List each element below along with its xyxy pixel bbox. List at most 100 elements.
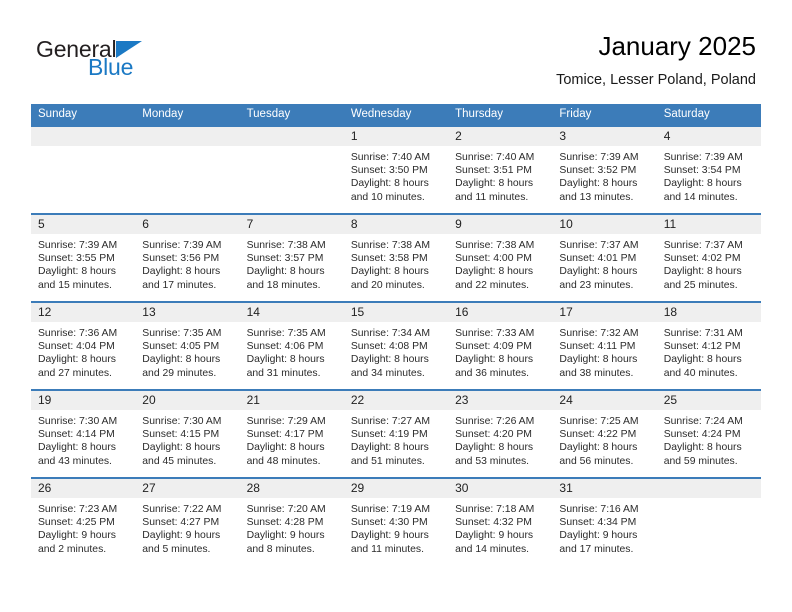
- daylight-text-line2: and 25 minutes.: [663, 279, 738, 291]
- daylight-text-line2: and 23 minutes.: [559, 279, 634, 291]
- daylight-text-line1: Daylight: 8 hours: [663, 442, 742, 454]
- daylight-text-line1: Daylight: 9 hours: [142, 530, 221, 542]
- sunset-text: Sunset: 4:22 PM: [559, 429, 637, 441]
- day-number-band: 26: [31, 479, 136, 498]
- day-number: 16: [455, 305, 469, 319]
- day-cell-12[interactable]: 12 Sunrise: 7:36 AM Sunset: 4:04 PM Dayligh…: [31, 303, 136, 389]
- sunrise-text: Sunrise: 7:38 AM: [246, 240, 326, 251]
- daylight-text-line1: Daylight: 9 hours: [350, 530, 429, 542]
- day-cell-28[interactable]: 28 Sunrise: 7:20 AM Sunset: 4:28 PM Dayligh…: [239, 479, 344, 565]
- day-cell-25[interactable]: 25 Sunrise: 7:24 AM Sunset: 4:24 PM Dayligh…: [656, 391, 761, 477]
- day-number-band: 16: [448, 303, 553, 322]
- day-cell-empty: [656, 479, 761, 565]
- day-cell-16[interactable]: 16 Sunrise: 7:33 AM Sunset: 4:09 PM Dayligh…: [448, 303, 553, 389]
- day-cell-27[interactable]: 27 Sunrise: 7:22 AM Sunset: 4:27 PM Dayligh…: [135, 479, 240, 565]
- day-cell-13[interactable]: 13 Sunrise: 7:35 AM Sunset: 4:05 PM Dayligh…: [135, 303, 240, 389]
- day-details: Sunrise: 7:40 AM Sunset: 3:51 PM Daylight:…: [448, 146, 552, 204]
- day-cell-14[interactable]: 14 Sunrise: 7:35 AM Sunset: 4:06 PM Dayligh…: [239, 303, 344, 389]
- sunset-text: Sunset: 4:02 PM: [663, 253, 741, 265]
- day-cell-31[interactable]: 31 Sunrise: 7:16 AM Sunset: 4:34 PM Dayligh…: [552, 479, 657, 565]
- sunset-text: Sunset: 4:15 PM: [142, 429, 220, 441]
- daylight-text-line2: and 22 minutes.: [455, 279, 530, 291]
- daylight-text-line1: Daylight: 8 hours: [38, 442, 116, 454]
- day-cell-7[interactable]: 7 Sunrise: 7:38 AM Sunset: 3:57 PM Daylight…: [239, 215, 344, 301]
- day-cell-23[interactable]: 23 Sunrise: 7:26 AM Sunset: 4:20 PM Dayligh…: [448, 391, 553, 477]
- sunset-text: Sunset: 4:04 PM: [38, 341, 115, 353]
- day-cell-10[interactable]: 10 Sunrise: 7:37 AM Sunset: 4:01 PM Dayligh…: [552, 215, 657, 301]
- sunrise-text: Sunrise: 7:35 AM: [246, 328, 326, 339]
- day-cell-22[interactable]: 22 Sunrise: 7:27 AM Sunset: 4:19 PM Dayligh…: [343, 391, 449, 477]
- day-cell-29[interactable]: 29 Sunrise: 7:19 AM Sunset: 4:30 PM Dayligh…: [343, 479, 449, 565]
- day-number: 17: [559, 305, 573, 319]
- day-number: 29: [350, 481, 365, 495]
- day-number-band: 21: [239, 391, 344, 410]
- day-number-band: 9: [448, 215, 553, 234]
- daylight-text-line2: and 59 minutes.: [663, 455, 738, 467]
- sunset-text: Sunset: 4:11 PM: [559, 341, 636, 353]
- sunset-text: Sunset: 4:30 PM: [350, 517, 428, 529]
- day-cell-11[interactable]: 11 Sunrise: 7:37 AM Sunset: 4:02 PM Dayligh…: [656, 215, 761, 301]
- weekday-header-friday: Friday: [559, 108, 592, 120]
- page-title: January 2025: [598, 31, 756, 61]
- day-details: Sunrise: 7:38 AM Sunset: 3:57 PM Daylight:…: [240, 234, 344, 292]
- day-cell-4[interactable]: 4 Sunrise: 7:39 AM Sunset: 3:54 PM Daylight…: [656, 127, 761, 213]
- sunrise-text: Sunrise: 7:39 AM: [38, 240, 118, 251]
- day-details: Sunrise: 7:20 AM Sunset: 4:28 PM Daylight:…: [240, 498, 344, 556]
- sunset-text: Sunset: 4:05 PM: [142, 341, 220, 353]
- day-details: Sunrise: 7:19 AM Sunset: 4:30 PM Daylight:…: [344, 498, 448, 556]
- day-number: 15: [350, 305, 365, 319]
- sunrise-text: Sunrise: 7:33 AM: [455, 328, 535, 339]
- calendar-week-row: 12 Sunrise: 7:36 AM Sunset: 4:04 PM Dayligh…: [31, 301, 761, 389]
- sunrise-text: Sunrise: 7:25 AM: [559, 416, 639, 427]
- day-number: 14: [246, 305, 260, 319]
- day-cell-21[interactable]: 21 Sunrise: 7:29 AM Sunset: 4:17 PM Dayligh…: [239, 391, 344, 477]
- day-cell-17[interactable]: 17 Sunrise: 7:32 AM Sunset: 4:11 PM Dayligh…: [552, 303, 657, 389]
- calendar-week-row: 1 Sunrise: 7:40 AM Sunset: 3:50 PM Daylight…: [31, 125, 761, 213]
- sunrise-text: Sunrise: 7:39 AM: [663, 152, 743, 163]
- sunrise-text: Sunrise: 7:38 AM: [455, 240, 535, 251]
- daylight-text-line2: and 20 minutes.: [350, 279, 425, 291]
- day-cell-26[interactable]: 26 Sunrise: 7:23 AM Sunset: 4:25 PM Dayligh…: [31, 479, 136, 565]
- day-cell-3[interactable]: 3 Sunrise: 7:39 AM Sunset: 3:52 PM Daylight…: [552, 127, 657, 213]
- day-cell-6[interactable]: 6 Sunrise: 7:39 AM Sunset: 3:56 PM Daylight…: [135, 215, 240, 301]
- day-details: Sunrise: 7:16 AM Sunset: 4:34 PM Daylight:…: [552, 498, 656, 556]
- day-number: 2: [455, 129, 462, 143]
- brand-name-blue: Blue: [88, 54, 134, 80]
- day-number-band: 3: [552, 127, 657, 146]
- day-number-band: 28: [239, 479, 344, 498]
- day-number-band: 11: [656, 215, 761, 234]
- day-cell-9[interactable]: 9 Sunrise: 7:38 AM Sunset: 4:00 PM Daylight…: [448, 215, 553, 301]
- day-details: Sunrise: 7:39 AM Sunset: 3:54 PM Daylight:…: [657, 146, 761, 204]
- day-number: 5: [38, 217, 45, 231]
- daylight-text-line2: and 11 minutes.: [350, 543, 425, 555]
- day-number: 26: [38, 481, 52, 495]
- sunset-text: Sunset: 4:06 PM: [246, 341, 324, 353]
- daylight-text-line1: Daylight: 8 hours: [142, 266, 221, 278]
- day-cell-20[interactable]: 20 Sunrise: 7:30 AM Sunset: 4:15 PM Dayligh…: [135, 391, 240, 477]
- sunrise-text: Sunrise: 7:20 AM: [246, 504, 326, 515]
- sunset-text: Sunset: 4:32 PM: [455, 517, 532, 529]
- day-cell-24[interactable]: 24 Sunrise: 7:25 AM Sunset: 4:22 PM Dayligh…: [552, 391, 657, 477]
- day-cell-15[interactable]: 15 Sunrise: 7:34 AM Sunset: 4:08 PM Dayligh…: [343, 303, 449, 389]
- day-cell-30[interactable]: 30 Sunrise: 7:18 AM Sunset: 4:32 PM Dayligh…: [448, 479, 553, 565]
- daylight-text-line1: Daylight: 9 hours: [38, 530, 116, 542]
- sunset-text: Sunset: 4:01 PM: [559, 253, 637, 265]
- day-cell-19[interactable]: 19 Sunrise: 7:30 AM Sunset: 4:14 PM Dayligh…: [31, 391, 136, 477]
- sunrise-text: Sunrise: 7:40 AM: [350, 152, 430, 163]
- day-number: 3: [559, 129, 567, 143]
- day-cell-18[interactable]: 18 Sunrise: 7:31 AM Sunset: 4:12 PM Dayligh…: [656, 303, 761, 389]
- day-cell-5[interactable]: 5 Sunrise: 7:39 AM Sunset: 3:55 PM Daylight…: [31, 215, 136, 301]
- daylight-text-line2: and 51 minutes.: [350, 455, 425, 467]
- day-number: 8: [350, 217, 358, 231]
- weekday-header-sunday: Sunday: [38, 108, 78, 120]
- weekday-header-saturday: Saturday: [663, 108, 710, 120]
- day-cell-1[interactable]: 1 Sunrise: 7:40 AM Sunset: 3:50 PM Daylight…: [343, 127, 449, 213]
- brand-logo[interactable]: General Blue: [36, 38, 266, 86]
- daylight-text-line1: Daylight: 8 hours: [663, 266, 742, 278]
- day-number-band: 22: [343, 391, 449, 410]
- day-details: Sunrise: 7:26 AM Sunset: 4:20 PM Daylight:…: [448, 410, 552, 468]
- day-details: Sunrise: 7:35 AM Sunset: 4:05 PM Daylight:…: [135, 322, 239, 380]
- day-cell-8[interactable]: 8 Sunrise: 7:38 AM Sunset: 3:58 PM Daylight…: [343, 215, 449, 301]
- day-number-band: 4: [656, 127, 761, 146]
- day-cell-2[interactable]: 2 Sunrise: 7:40 AM Sunset: 3:51 PM Daylight…: [448, 127, 553, 213]
